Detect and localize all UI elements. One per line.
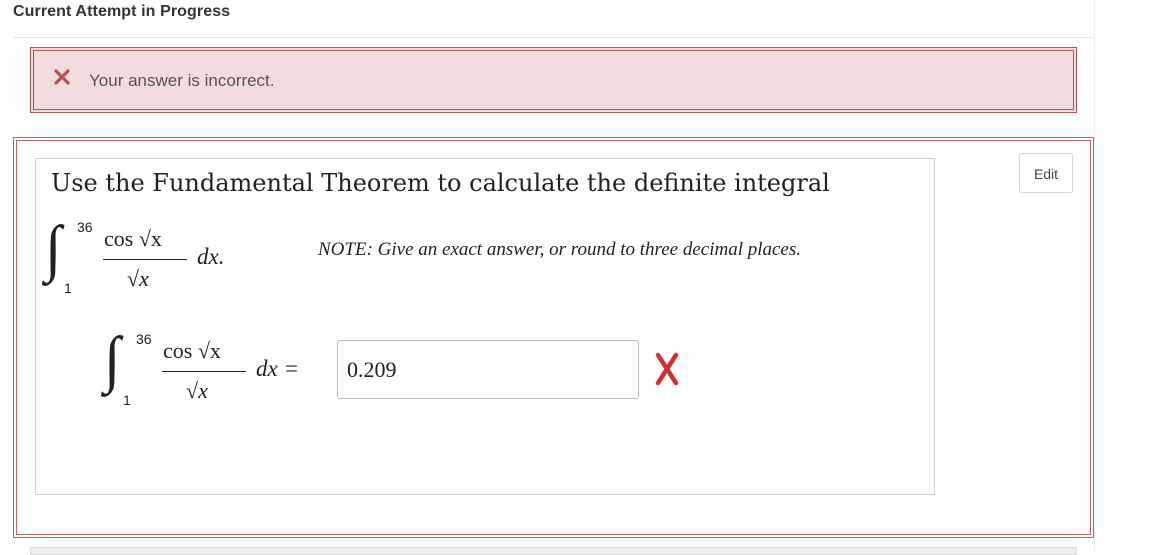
integrand-denominator: √x xyxy=(127,266,149,291)
integral-differential: dx. xyxy=(197,244,225,269)
fraction-bar xyxy=(162,371,246,372)
integral-sign: ∫ xyxy=(45,213,62,283)
integral-lower-limit: 1 xyxy=(123,392,131,408)
next-panel xyxy=(30,547,1077,555)
question-body xyxy=(35,158,935,495)
question-prompt: Use the Fundamental Theorem to calculate… xyxy=(51,169,830,197)
question-note: NOTE: Give an exact answer, or round to … xyxy=(318,239,802,260)
integral-sign: ∫ xyxy=(104,324,121,394)
feedback-banner: Your answer is incorrect. xyxy=(30,47,1077,113)
incorrect-x-icon xyxy=(655,352,679,386)
integrand-denominator: √x xyxy=(186,378,208,403)
close-icon xyxy=(54,69,70,85)
answer-differential: dx = xyxy=(256,356,299,381)
integral-upper-limit: 36 xyxy=(77,219,93,235)
integral-upper-limit: 36 xyxy=(136,331,152,347)
edit-button[interactable]: Edit xyxy=(1019,153,1073,193)
page-title: Current Attempt in Progress xyxy=(13,3,231,20)
answer-input[interactable] xyxy=(337,340,639,399)
feedback-message: Your answer is incorrect. xyxy=(89,71,275,90)
header-divider xyxy=(13,37,1095,38)
right-divider xyxy=(1094,0,1095,552)
fraction-bar xyxy=(103,259,187,260)
integral-lower-limit: 1 xyxy=(64,280,72,296)
integrand-numerator: cos √x xyxy=(163,338,221,363)
integrand-numerator: cos √x xyxy=(104,226,162,251)
